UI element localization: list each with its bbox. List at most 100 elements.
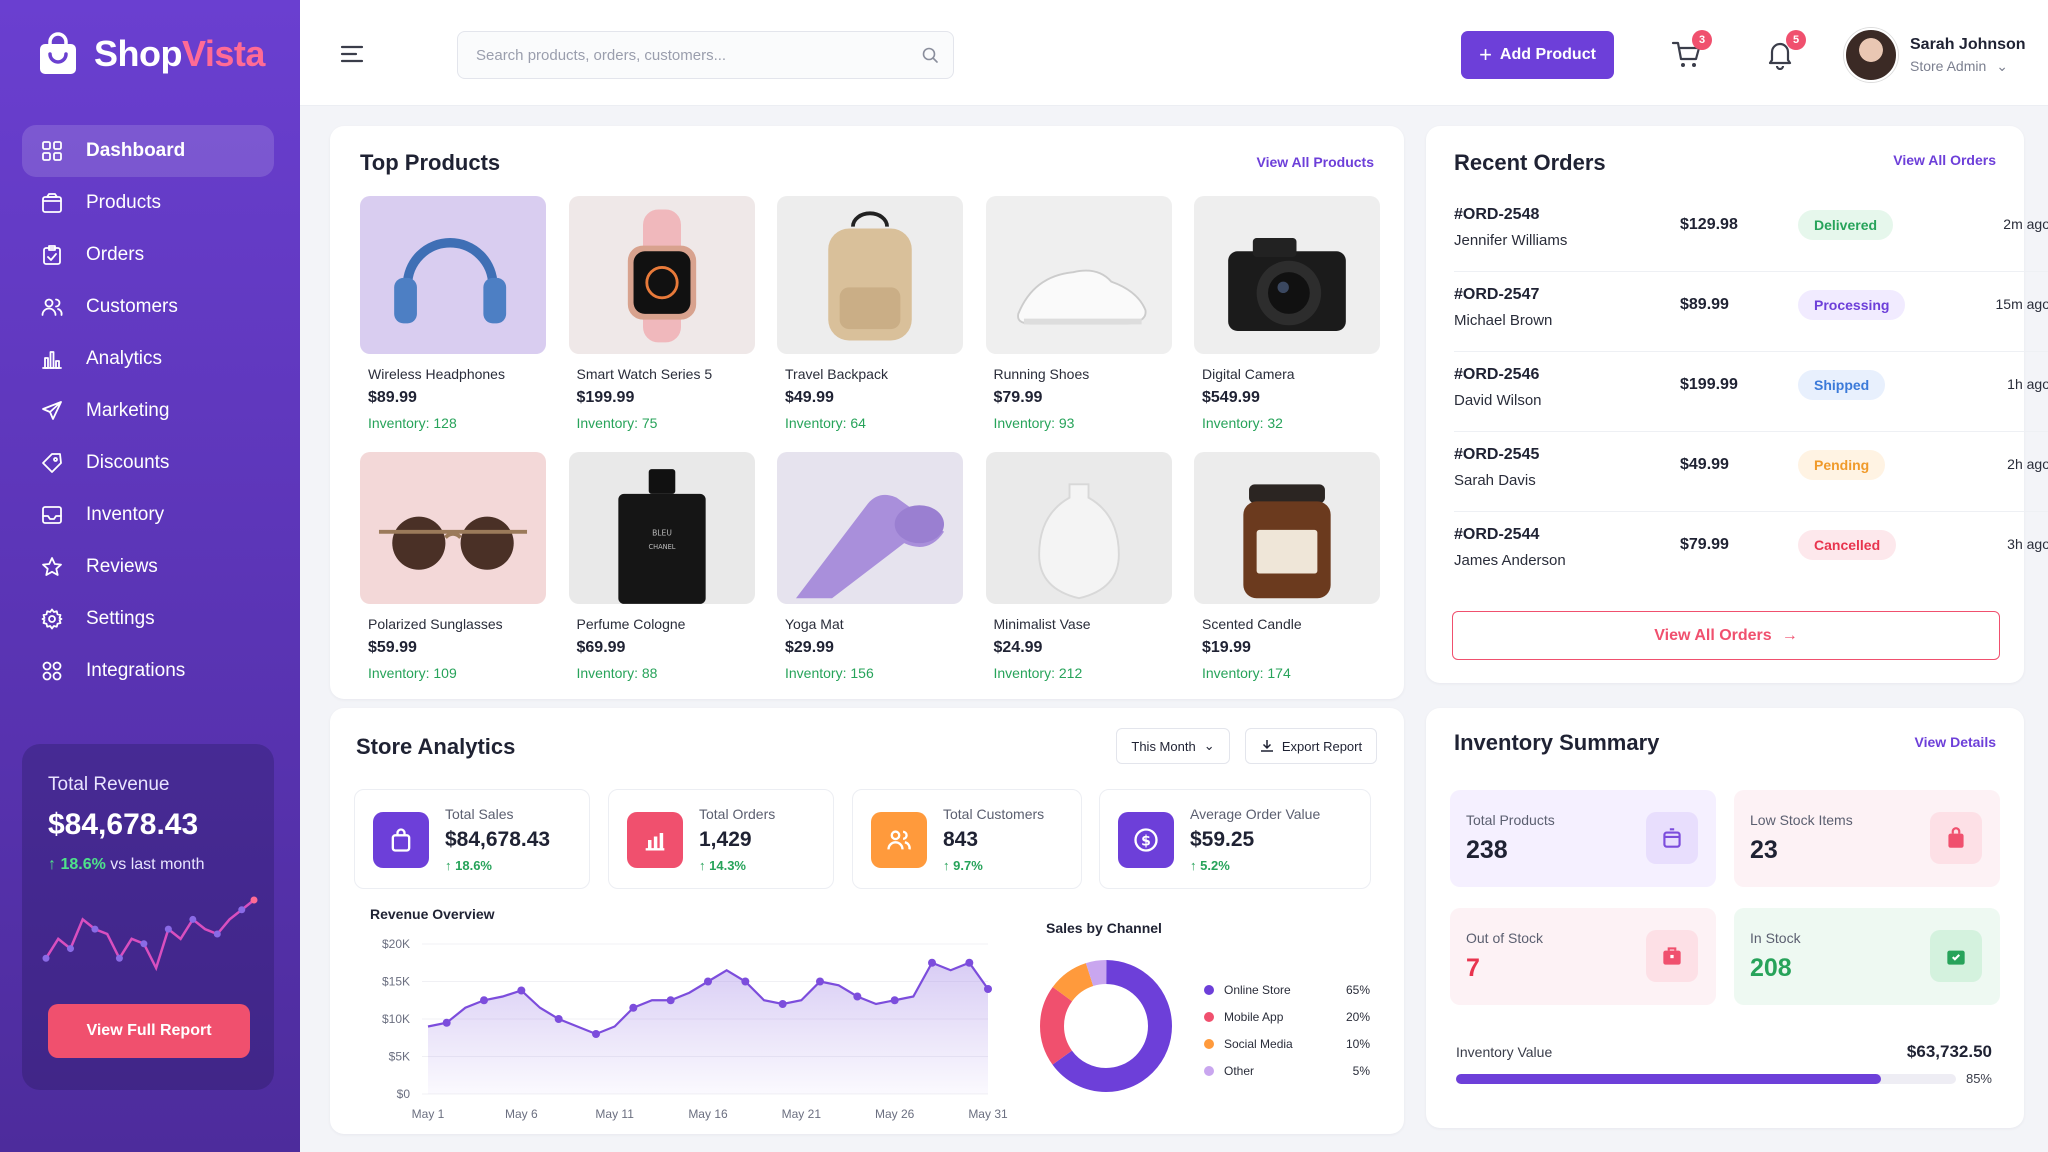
product-image[interactable] xyxy=(1194,196,1380,354)
legend-label: Online Store xyxy=(1224,982,1291,997)
x-tick-label: May 6 xyxy=(505,1107,538,1121)
user-name: Sarah Johnson xyxy=(1910,35,2026,53)
product-card[interactable]: Running Shoes $79.99 Inventory: 93 xyxy=(985,196,1172,431)
order-row[interactable]: #ORD-2545 Sarah Davis $49.99 Pending 2h … xyxy=(1454,432,2048,512)
order-row[interactable]: #ORD-2544 James Anderson $79.99 Cancelle… xyxy=(1454,512,2048,592)
revenue-change-percent: ↑ 18.6% xyxy=(48,856,106,873)
search-icon[interactable] xyxy=(921,46,939,64)
plus-icon: + xyxy=(1479,42,1492,67)
sidebar-item-settings[interactable]: Settings xyxy=(22,593,274,645)
order-customer: Michael Brown xyxy=(1454,312,1553,329)
stat-value: $59.25 xyxy=(1190,828,1255,851)
recent-orders-title: Recent Orders xyxy=(1454,150,1606,175)
sidebar-item-integrations[interactable]: Integrations xyxy=(22,645,274,697)
inventory-value-label: Inventory Value xyxy=(1456,1044,1553,1060)
sidebar-item-label: Reviews xyxy=(86,556,158,577)
inventory-progress-fill xyxy=(1456,1074,1881,1084)
sales-channel-legend: Online Store 65% Mobile App 20% Social Media… xyxy=(1204,976,1370,1084)
revenue-value: $84,678.43 xyxy=(48,808,199,841)
product-name: Travel Backpack xyxy=(785,366,888,382)
revenue-point xyxy=(480,996,488,1005)
notifications-button[interactable]: 5 xyxy=(1764,30,1806,72)
order-id[interactable]: #ORD-2544 xyxy=(1454,526,1539,544)
svg-text:$: $ xyxy=(1141,833,1151,849)
stat-card: Total Orders 1,429 ↑ 14.3% xyxy=(608,789,834,889)
export-report-label: Export Report xyxy=(1281,738,1363,754)
product-image[interactable] xyxy=(568,196,755,354)
revenue-point xyxy=(741,977,750,986)
product-inventory: Inventory: 174 xyxy=(1202,665,1291,681)
stat-card: $ Average Order Value $59.25 ↑ 5.2% xyxy=(1099,789,1371,889)
product-card[interactable]: Digital Camera $549.99 Inventory: 32 xyxy=(1194,196,1380,431)
star-icon xyxy=(42,557,62,576)
order-row[interactable]: #ORD-2548 Jennifer Williams $129.98 Deli… xyxy=(1454,192,2048,272)
sidebar-item-customers[interactable]: Customers xyxy=(22,281,274,333)
sidebar-item-inventory[interactable]: Inventory xyxy=(22,489,274,541)
product-card[interactable]: Scented Candle $19.99 Inventory: 174 xyxy=(1194,452,1380,681)
product-image[interactable] xyxy=(985,452,1172,604)
view-details-link[interactable]: View Details xyxy=(1915,734,1996,750)
sidebar-item-dashboard[interactable]: Dashboard xyxy=(22,125,274,177)
product-image[interactable] xyxy=(985,196,1172,354)
revenue-point xyxy=(517,986,526,995)
dollar-icon: $ xyxy=(1118,812,1174,868)
product-image[interactable] xyxy=(360,452,546,604)
users-icon xyxy=(41,298,63,316)
period-select[interactable]: This Month ⌄ xyxy=(1116,728,1230,764)
view-all-orders-button-label: View All Orders xyxy=(1654,626,1772,644)
y-tick-label: $5K xyxy=(389,1050,410,1064)
revenue-point xyxy=(592,1030,600,1038)
recent-orders-card: Recent Orders View All Orders #ORD-2548 … xyxy=(1426,126,2048,683)
order-id[interactable]: #ORD-2546 xyxy=(1454,366,1539,384)
sidebar-item-label: Dashboard xyxy=(86,140,186,161)
view-full-report-button[interactable]: View Full Report xyxy=(48,1004,250,1058)
sparkline-point xyxy=(42,954,50,962)
product-name: Perfume Cologne xyxy=(576,616,686,632)
order-row[interactable]: #ORD-2547 Michael Brown $89.99 Processin… xyxy=(1454,272,2048,352)
product-card[interactable]: Travel Backpack $49.99 Inventory: 64 xyxy=(777,196,963,431)
sidebar-item-discounts[interactable]: Discounts xyxy=(22,437,274,489)
product-image[interactable]: BLEU CHANEL xyxy=(568,452,755,604)
svg-text:CHANEL: CHANEL xyxy=(648,543,675,551)
product-image[interactable] xyxy=(1194,452,1380,604)
sidebar-item-marketing[interactable]: Marketing xyxy=(22,385,274,437)
sidebar-item-products[interactable]: Products xyxy=(22,177,274,229)
order-amount: $199.99 xyxy=(1680,376,1738,393)
order-id[interactable]: #ORD-2548 xyxy=(1454,206,1539,224)
sidebar-item-analytics[interactable]: Analytics xyxy=(22,333,274,385)
add-product-button[interactable]: + Add Product xyxy=(1461,31,1614,79)
view-all-orders-link[interactable]: View All Orders xyxy=(1893,152,1996,168)
sidebar-item-orders[interactable]: Orders xyxy=(22,229,274,281)
inventory-tile: In Stock 208 xyxy=(1734,908,2000,1005)
revenue-overview-chart: $0 $5K $10K $15K $20K May 1 May 6 May 11 May 16 M… xyxy=(382,937,1008,1121)
order-id[interactable]: #ORD-2547 xyxy=(1454,286,1539,304)
product-image[interactable] xyxy=(777,196,963,354)
view-all-products-link[interactable]: View All Products xyxy=(1257,154,1374,170)
hamburger-menu-icon[interactable] xyxy=(340,44,364,64)
product-inventory: Inventory: 212 xyxy=(993,665,1083,681)
cart-button[interactable]: 3 xyxy=(1670,30,1712,72)
product-image[interactable] xyxy=(360,196,546,354)
sidebar-item-reviews[interactable]: Reviews xyxy=(22,541,274,593)
add-product-label: Add Product xyxy=(1499,46,1596,63)
product-card[interactable]: BLEU CHANEL Perfume Cologne $69.99 Invent… xyxy=(568,452,755,681)
product-card[interactable]: Yoga Mat $29.99 Inventory: 156 xyxy=(777,452,963,681)
legend-item: Mobile App 20% xyxy=(1204,1003,1370,1030)
product-inventory: Inventory: 109 xyxy=(368,665,457,681)
search-input[interactable] xyxy=(476,32,896,78)
user-menu[interactable]: Sarah Johnson Store Admin ⌄ xyxy=(1844,28,2026,82)
brand-logo[interactable]: ShopVista xyxy=(36,32,265,76)
product-image[interactable] xyxy=(777,452,963,604)
inventory-tile: Total Products 238 xyxy=(1450,790,1716,887)
export-report-button[interactable]: Export Report xyxy=(1245,728,1377,764)
product-card[interactable]: Wireless Headphones $89.99 Inventory: 12… xyxy=(360,196,546,431)
order-row[interactable]: #ORD-2546 David Wilson $199.99 Shipped 1… xyxy=(1454,352,2048,432)
legend-item: Social Media 10% xyxy=(1204,1030,1370,1057)
view-all-orders-button[interactable]: View All Orders → xyxy=(1452,611,2000,660)
product-card[interactable]: Smart Watch Series 5 $199.99 Inventory: … xyxy=(568,196,755,431)
legend-swatch xyxy=(1204,984,1214,995)
product-card[interactable]: Minimalist Vase $24.99 Inventory: 212 xyxy=(985,452,1172,681)
sidebar-item-label: Discounts xyxy=(86,452,170,473)
product-card[interactable]: Polarized Sunglasses $59.99 Inventory: 1… xyxy=(360,452,546,681)
order-id[interactable]: #ORD-2545 xyxy=(1454,446,1539,464)
